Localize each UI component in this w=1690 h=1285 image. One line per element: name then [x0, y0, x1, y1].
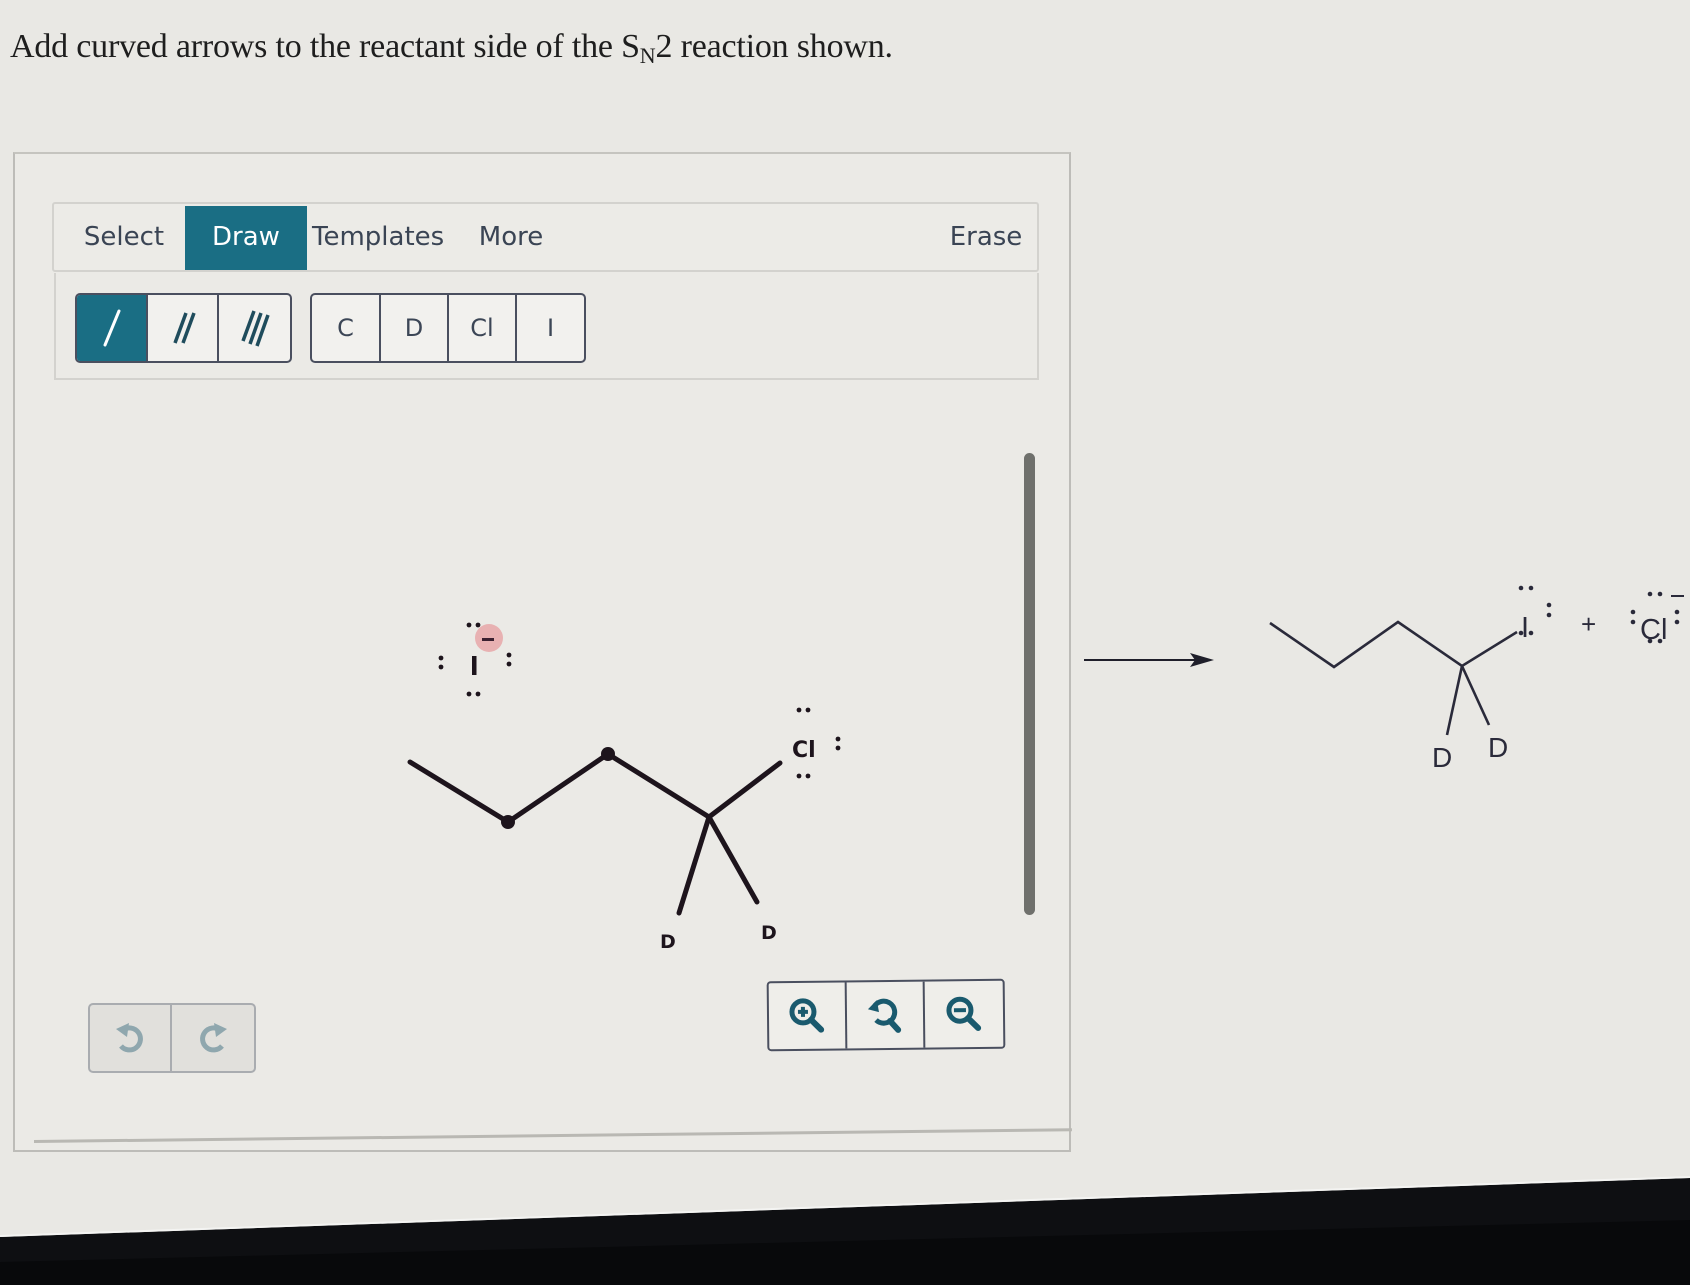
undo-icon: [116, 1023, 143, 1053]
question-text-suffix: 2 reaction shown.: [655, 28, 893, 65]
question-prompt: Add curved arrows to the reactant side o…: [10, 28, 893, 69]
history-button-group: [88, 1003, 256, 1073]
tab-more[interactable]: More: [466, 204, 556, 270]
product-bonds: [1269, 620, 1518, 736]
tab-draw[interactable]: Draw: [185, 206, 307, 270]
zoom-in-icon: [789, 998, 825, 1033]
question-subscript: N: [639, 43, 656, 68]
reaction-arrow: [1084, 653, 1214, 667]
question-text: Add curved arrows to the reactant side o…: [10, 28, 640, 65]
atom-button-cl[interactable]: Cl: [449, 295, 517, 361]
zoom-in-button[interactable]: [768, 982, 848, 1050]
erase-button[interactable]: Erase: [941, 204, 1031, 270]
main-toolbar: Select Draw Templates More Erase: [52, 202, 1039, 272]
redo-icon: [200, 1023, 227, 1053]
triple-bond-icon: [240, 310, 270, 347]
product-deuterium-label-1: D: [1432, 742, 1452, 773]
atom-button-c[interactable]: C: [312, 295, 381, 361]
plus-sign: +: [1581, 609, 1596, 639]
zoom-button-group: [766, 978, 1006, 1052]
bond-tool-group: [75, 293, 292, 363]
single-bond-button[interactable]: [77, 295, 148, 361]
chloride-lone-pairs: [1630, 591, 1680, 644]
product-deuterium-label-2: D: [1488, 732, 1508, 763]
chloride-label: Cl: [1640, 614, 1667, 646]
double-bond-icon: [172, 312, 196, 344]
tab-templates[interactable]: Templates: [312, 204, 444, 270]
vertical-scrollbar[interactable]: [1024, 453, 1035, 915]
zoom-out-button[interactable]: [925, 981, 1004, 1048]
zoom-reset-button[interactable]: [846, 981, 926, 1049]
double-bond-button[interactable]: [148, 295, 219, 361]
zoom-reset-icon: [867, 998, 902, 1033]
atom-tool-group: C D Cl I: [310, 293, 586, 363]
undo-button[interactable]: [90, 1005, 172, 1071]
tab-select[interactable]: Select: [74, 204, 174, 270]
atom-button-d[interactable]: D: [381, 295, 449, 361]
zoom-out-icon: [946, 996, 982, 1032]
redo-button[interactable]: [172, 1005, 254, 1071]
atom-button-i[interactable]: I: [517, 295, 584, 361]
triple-bond-button[interactable]: [219, 295, 290, 361]
product-iodine-lone-pairs: [1518, 585, 1552, 636]
product-iodine-label: I: [1521, 612, 1529, 644]
single-bond-icon: [103, 309, 120, 347]
